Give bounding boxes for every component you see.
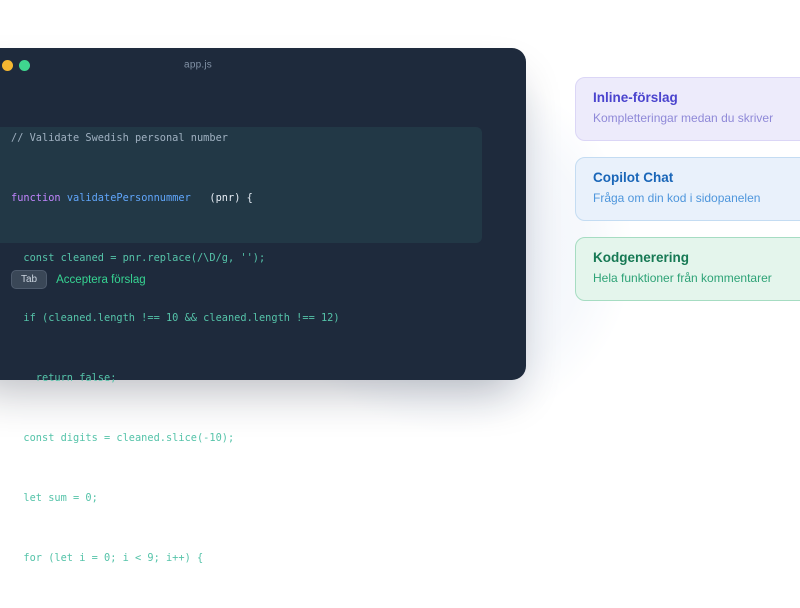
feature-title: Copilot Chat: [593, 170, 674, 185]
feature-description: Fråga om din kod i sidopanelen: [593, 191, 761, 205]
ghost-suggestion-line: return false;: [11, 368, 514, 388]
ghost-suggestion-line: let sum = 0;: [11, 488, 514, 508]
window-title: app.js: [184, 59, 212, 71]
ghost-token: let sum = 0;: [11, 492, 98, 504]
feature-card-code-generation[interactable]: Kodgenerering Hela funktioner från komme…: [575, 237, 800, 301]
ghost-token: for (let i = 0; i < 9; i++) {: [11, 552, 204, 564]
code-line-function-signature: function validatePersonnummer (pnr) {: [11, 188, 514, 208]
keyword-token: function: [11, 192, 61, 204]
tab-key-chip: Tab: [11, 270, 48, 289]
ghost-suggestion-line: const digits = cleaned.slice(-10);: [11, 428, 514, 448]
ghost-token: return false;: [11, 372, 117, 384]
comment-token: // Validate Swedish personal number: [11, 132, 228, 144]
function-name-token: validatePersonnummer: [66, 192, 191, 204]
ghost-suggestion-line: for (let i = 0; i < 9; i++) {: [11, 548, 514, 568]
ghost-token: const cleaned = pnr.replace(/\D/g, '');: [11, 252, 266, 264]
feature-card-copilot-chat[interactable]: Copilot Chat Fråga om din kod i sidopane…: [575, 157, 800, 221]
params-token: (pnr) {: [190, 192, 253, 204]
feature-description: Kompletteringar medan du skriver: [593, 111, 774, 125]
minimize-dot[interactable]: [2, 60, 13, 71]
accept-suggestion-label: Acceptera förslag: [56, 273, 146, 286]
ghost-token: const digits = cleaned.slice(-10);: [11, 432, 235, 444]
ghost-suggestion-line: if (cleaned.length !== 10 && cleaned.len…: [11, 308, 514, 328]
code-editor-window: app.js // Validate Swedish personal numb…: [0, 48, 526, 564]
code-line-comment: // Validate Swedish personal number: [11, 128, 514, 148]
code-editor-surface[interactable]: // Validate Swedish personal number func…: [0, 82, 526, 564]
maximize-dot[interactable]: [19, 60, 30, 71]
ghost-suggestion-line: const cleaned = pnr.replace(/\D/g, '');: [11, 248, 514, 268]
feature-description: Hela funktioner från kommentarer: [593, 271, 772, 285]
feature-card-inline-suggestions[interactable]: Inline-förslag Kompletteringar medan du …: [575, 77, 800, 141]
feature-card-list: Inline-förslag Kompletteringar medan du …: [575, 77, 800, 301]
feature-title: Kodgenerering: [593, 250, 690, 265]
feature-title: Inline-förslag: [593, 90, 678, 105]
accept-suggestion-hint: Tab Acceptera förslag: [11, 270, 146, 289]
window-titlebar: app.js: [0, 48, 526, 82]
ghost-token: if (cleaned.length !== 10 && cleaned.len…: [11, 312, 340, 324]
